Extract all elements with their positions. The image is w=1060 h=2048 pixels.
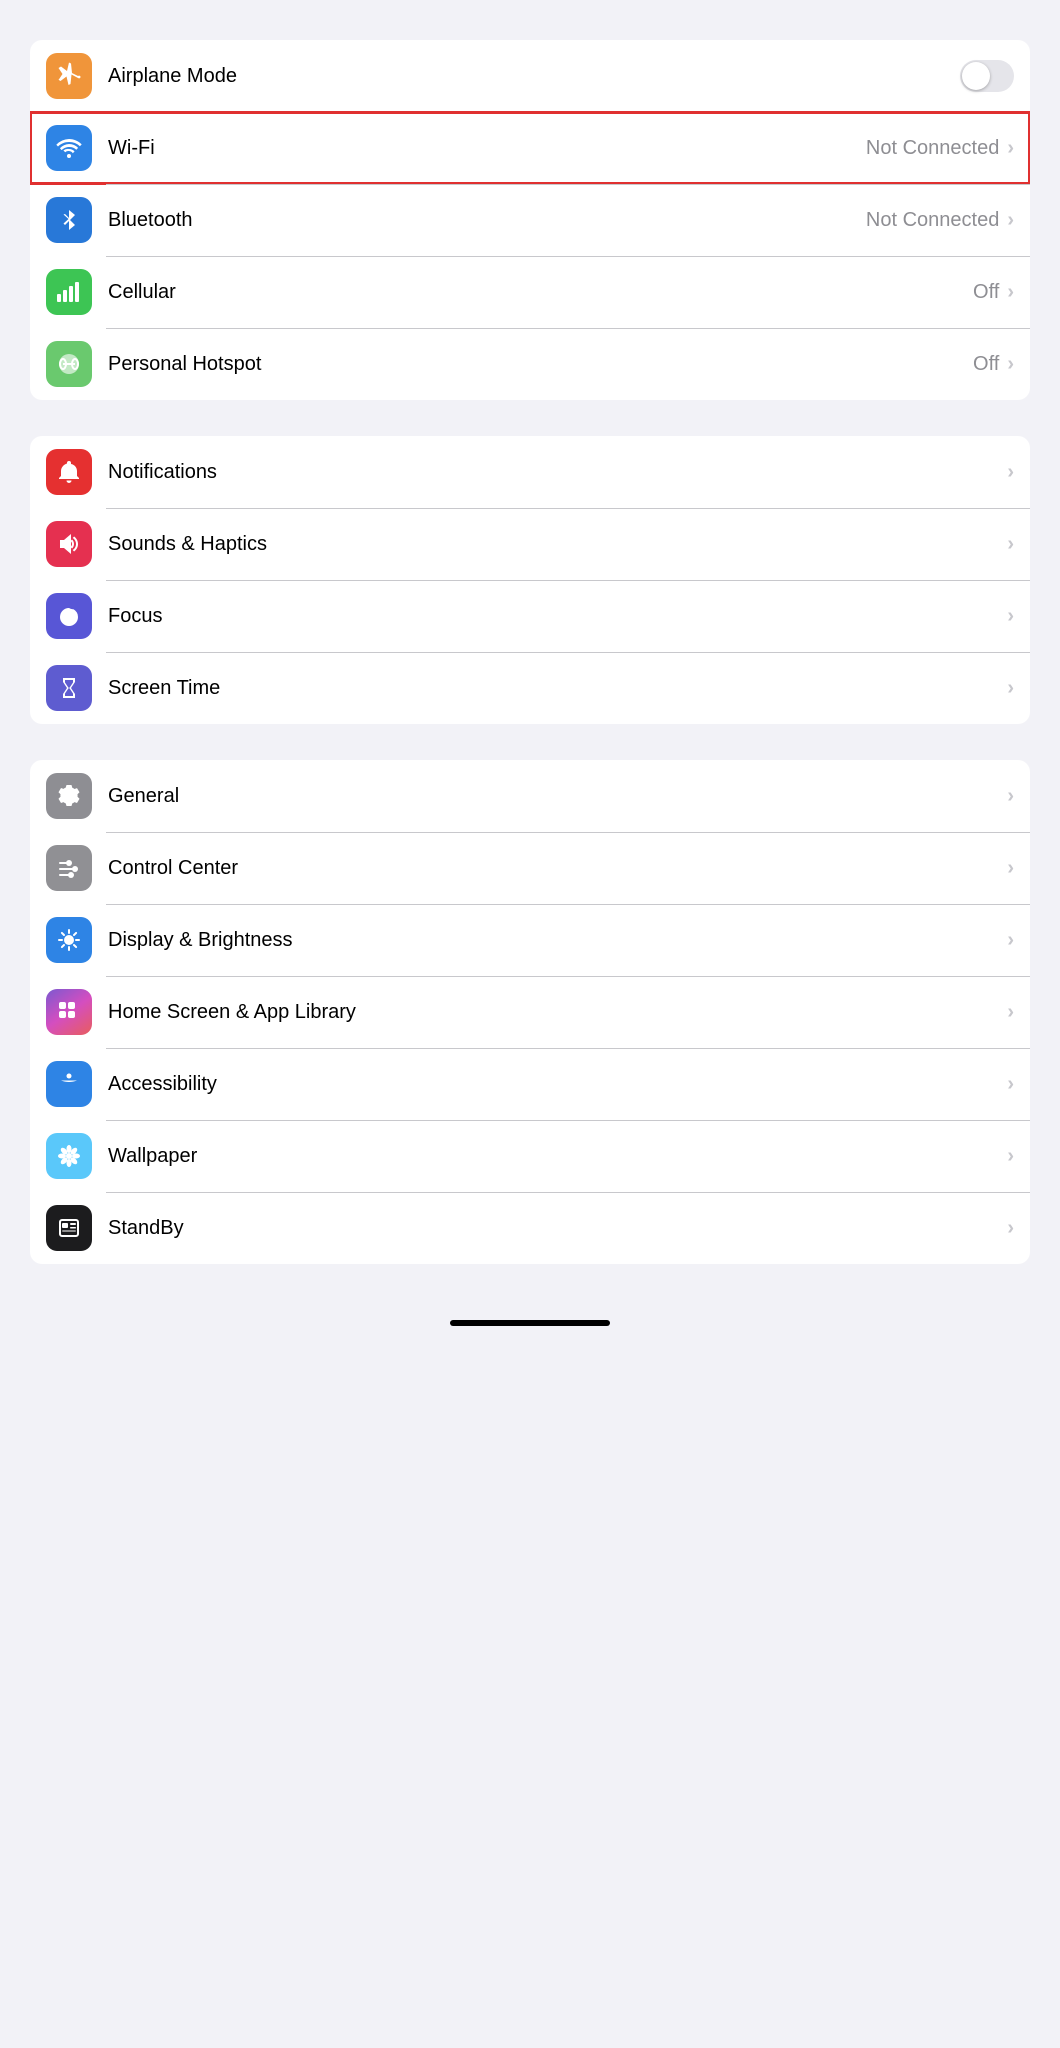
screen-time-label: Screen Time (108, 677, 1007, 700)
cellular-label: Cellular (108, 281, 973, 304)
home-screen-label: Home Screen & App Library (108, 1001, 1007, 1024)
standby-row[interactable]: StandBy › (30, 1192, 1030, 1264)
sounds-icon-wrap (46, 521, 92, 567)
notifications-row[interactable]: Notifications › (30, 436, 1030, 508)
airplane-mode-label: Airplane Mode (108, 65, 960, 88)
standby-chevron: › (1007, 1217, 1014, 1240)
general-row[interactable]: General › (30, 760, 1030, 832)
home-screen-icon-wrap (46, 989, 92, 1035)
airplane-mode-icon-wrap (46, 53, 92, 99)
wallpaper-chevron: › (1007, 1145, 1014, 1168)
display-brightness-chevron: › (1007, 929, 1014, 952)
airplane-mode-row[interactable]: Airplane Mode (30, 40, 1030, 112)
screen-time-icon-wrap (46, 665, 92, 711)
moon-icon (55, 602, 83, 630)
hotspot-icon (55, 350, 83, 378)
sound-icon (55, 530, 83, 558)
personal-hotspot-row[interactable]: Personal Hotspot Off › (30, 328, 1030, 400)
bluetooth-value: Not Connected (866, 209, 999, 232)
bell-icon (55, 458, 83, 486)
general-icon-wrap (46, 773, 92, 819)
notifications-label: Notifications (108, 461, 1007, 484)
accessibility-icon-wrap (46, 1061, 92, 1107)
standby-icon (55, 1214, 83, 1242)
screen-time-chevron: › (1007, 677, 1014, 700)
cellular-value: Off (973, 281, 999, 304)
sun-icon (55, 926, 83, 954)
notifications-chevron: › (1007, 461, 1014, 484)
gear-icon (55, 782, 83, 810)
home-screen-chevron: › (1007, 1001, 1014, 1024)
accessibility-row[interactable]: Accessibility › (30, 1048, 1030, 1120)
notifications-group: Notifications › Sounds & Haptics › Focus… (30, 436, 1030, 724)
bluetooth-icon-wrap (46, 197, 92, 243)
focus-row[interactable]: Focus › (30, 580, 1030, 652)
wallpaper-row[interactable]: Wallpaper › (30, 1120, 1030, 1192)
standby-label: StandBy (108, 1217, 1007, 1240)
airplane-toggle-knob (962, 62, 990, 90)
sounds-label: Sounds & Haptics (108, 533, 1007, 556)
focus-label: Focus (108, 605, 1007, 628)
hourglass-icon (55, 674, 83, 702)
accessibility-label: Accessibility (108, 1073, 1007, 1096)
display-group: General › Control Center › (30, 760, 1030, 1264)
standby-icon-wrap (46, 1205, 92, 1251)
wallpaper-label: Wallpaper (108, 1145, 1007, 1168)
bluetooth-chevron: › (1007, 209, 1014, 232)
cellular-icon-wrap (46, 269, 92, 315)
control-center-icon-wrap (46, 845, 92, 891)
wifi-chevron: › (1007, 137, 1014, 160)
flower-icon (55, 1142, 83, 1170)
sliders-icon (55, 854, 83, 882)
control-center-label: Control Center (108, 857, 1007, 880)
bluetooth-icon (55, 206, 83, 234)
wallpaper-icon-wrap (46, 1133, 92, 1179)
display-brightness-label: Display & Brightness (108, 929, 1007, 952)
connectivity-group: Airplane Mode Wi-Fi Not Connected › Blue… (30, 40, 1030, 400)
bluetooth-row[interactable]: Bluetooth Not Connected › (30, 184, 1030, 256)
hotspot-value: Off (973, 353, 999, 376)
homescreen-icon (55, 998, 83, 1026)
hotspot-chevron: › (1007, 353, 1014, 376)
airplane-toggle-track[interactable] (960, 60, 1014, 92)
hotspot-icon-wrap (46, 341, 92, 387)
control-center-chevron: › (1007, 857, 1014, 880)
wifi-icon-wrap (46, 125, 92, 171)
general-chevron: › (1007, 785, 1014, 808)
notifications-icon-wrap (46, 449, 92, 495)
bluetooth-label: Bluetooth (108, 209, 866, 232)
general-label: General (108, 785, 1007, 808)
airplane-icon (55, 62, 83, 90)
airplane-mode-toggle[interactable] (960, 60, 1014, 92)
cellular-chevron: › (1007, 281, 1014, 304)
home-indicator (450, 1320, 610, 1326)
home-indicator-container (30, 1300, 1030, 1346)
wifi-icon (55, 134, 83, 162)
display-brightness-row[interactable]: Display & Brightness › (30, 904, 1030, 976)
display-icon-wrap (46, 917, 92, 963)
sounds-chevron: › (1007, 533, 1014, 556)
home-screen-row[interactable]: Home Screen & App Library › (30, 976, 1030, 1048)
screen-time-row[interactable]: Screen Time › (30, 652, 1030, 724)
cellular-icon (55, 278, 83, 306)
focus-icon-wrap (46, 593, 92, 639)
wifi-label: Wi-Fi (108, 137, 866, 160)
accessibility-chevron: › (1007, 1073, 1014, 1096)
wifi-value: Not Connected (866, 137, 999, 160)
focus-chevron: › (1007, 605, 1014, 628)
cellular-row[interactable]: Cellular Off › (30, 256, 1030, 328)
accessibility-icon (55, 1070, 83, 1098)
control-center-row[interactable]: Control Center › (30, 832, 1030, 904)
hotspot-label: Personal Hotspot (108, 353, 973, 376)
sounds-haptics-row[interactable]: Sounds & Haptics › (30, 508, 1030, 580)
wifi-row[interactable]: Wi-Fi Not Connected › (30, 112, 1030, 184)
